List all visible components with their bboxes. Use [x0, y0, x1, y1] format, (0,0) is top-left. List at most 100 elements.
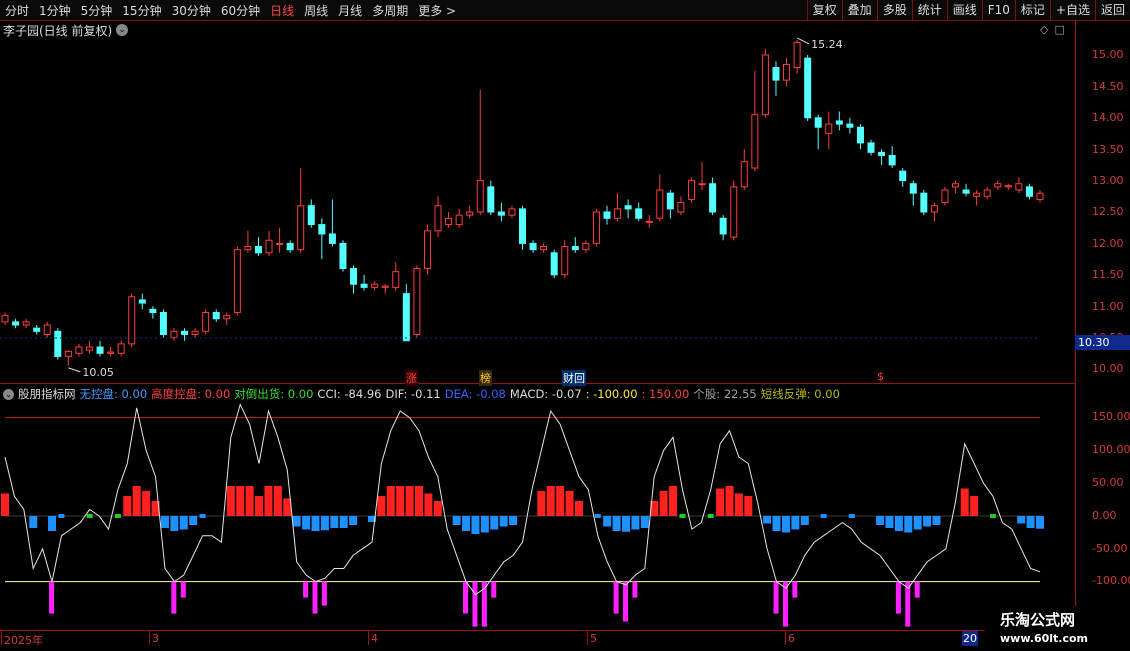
candle-up [730, 186, 738, 238]
indicator-y-tick: 0.00 [1092, 509, 1117, 522]
candle-down [899, 170, 907, 182]
date-label: 4 [371, 632, 378, 645]
y-tick-label: 12.50 [1092, 205, 1124, 218]
candle-up [265, 239, 273, 254]
candle-up [751, 114, 759, 169]
candle-up [825, 123, 833, 135]
date-marker: 20 [962, 631, 978, 646]
y-tick-label: 13.00 [1092, 174, 1124, 187]
red-bar [546, 486, 555, 516]
candle-down [772, 67, 780, 81]
small-bar [679, 514, 686, 518]
candle-down [962, 189, 970, 194]
candle-up [85, 346, 93, 351]
blue-bar [932, 516, 941, 525]
red-bar [123, 496, 132, 516]
candle-up [434, 205, 442, 232]
candle-up [645, 220, 653, 223]
candle-down [909, 183, 917, 194]
small-bar [820, 514, 827, 518]
current-price-label: 10.30 [1075, 335, 1130, 350]
indicator-y-tick: 100.00 [1092, 443, 1130, 456]
blue-bar [923, 516, 932, 527]
blue-bar [885, 516, 894, 528]
indicator-y-tick: 50.00 [1092, 476, 1124, 489]
pink-bar [303, 581, 309, 598]
pink-bar [632, 581, 638, 598]
red-bar [255, 496, 264, 516]
candle-down [181, 330, 189, 335]
red-bar [537, 491, 546, 516]
red-bar [716, 488, 725, 516]
blue-bar [904, 516, 913, 533]
blue-bar [622, 516, 630, 532]
date-tick [1, 630, 2, 645]
y-tick-label: 10.00 [1092, 362, 1124, 375]
watermark-url: www.60lt.com [1000, 632, 1089, 645]
candle-up [614, 208, 622, 219]
blue-bar [311, 516, 320, 531]
blue-bar [480, 516, 489, 533]
blue-bar [781, 516, 790, 533]
blue-bar [1017, 516, 1026, 524]
candle-down [603, 211, 611, 219]
date-tick [785, 630, 786, 645]
candle-down [1025, 186, 1033, 197]
candle-up [128, 296, 136, 345]
date-label: 6 [788, 632, 795, 645]
blue-bar [320, 516, 329, 531]
pink-bar [472, 581, 478, 627]
candle-up [276, 242, 284, 245]
blue-bar [292, 516, 301, 527]
pink-bar [914, 581, 920, 598]
y-tick-label: 15.00 [1092, 48, 1124, 61]
blue-bar [800, 516, 809, 525]
blue-bar [499, 516, 508, 527]
date-tick [368, 630, 369, 645]
candle-down [54, 330, 62, 357]
candle-up [930, 205, 938, 213]
candle-up [740, 161, 748, 188]
small-bar [199, 514, 206, 518]
candle-down [666, 192, 674, 210]
blue-bar [29, 516, 38, 528]
candle-up [677, 202, 685, 213]
date-label: 3 [152, 632, 159, 645]
blue-bar [631, 516, 640, 530]
candle-up [22, 321, 30, 326]
red-bar [669, 486, 678, 516]
indicator-y-tick: -50.00 [1092, 542, 1128, 555]
pink-bar [321, 581, 327, 606]
y-tick-label: 14.50 [1092, 80, 1124, 93]
blue-bar [339, 516, 348, 528]
candle-down [159, 311, 167, 335]
red-bar [725, 486, 734, 516]
blue-bar [509, 516, 518, 525]
pink-bar [491, 581, 497, 598]
candle-up [476, 180, 484, 213]
candle-up [698, 183, 706, 186]
y-tick-label: 11.00 [1092, 300, 1124, 313]
red-bar [574, 501, 583, 516]
red-bar [734, 493, 743, 516]
candle-down [888, 154, 896, 166]
candle-down [635, 208, 643, 219]
candle-up [793, 41, 801, 69]
candle-up [973, 192, 981, 197]
candle-down [835, 120, 843, 125]
indicator-y-tick: -100.00 [1092, 574, 1130, 587]
red-bar [226, 486, 235, 516]
blue-bar [1036, 516, 1044, 529]
date-axis [0, 630, 1130, 651]
candle-up [994, 183, 1002, 188]
candle-down [804, 57, 812, 119]
candle-up [202, 311, 210, 332]
watermark-title: 乐淘公式网 [1000, 611, 1076, 629]
red-bar [960, 488, 969, 516]
y-axis-divider [1075, 20, 1076, 630]
date-tick [587, 630, 588, 645]
red-bar [405, 486, 414, 516]
red-bar [396, 486, 405, 516]
chart-canvas[interactable]: 15.24 10.05 [0, 0, 1075, 630]
toolbar-button[interactable]: 返回 [1094, 0, 1130, 20]
